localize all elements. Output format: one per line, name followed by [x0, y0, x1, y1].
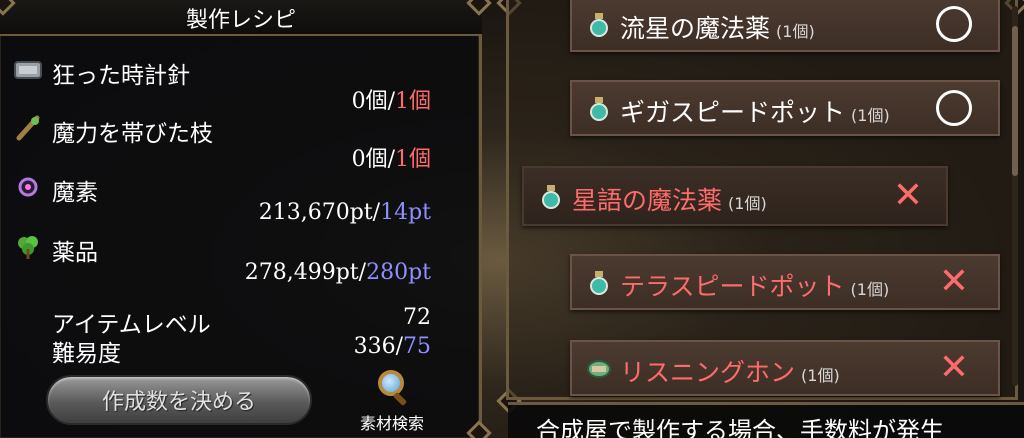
not-craftable-cross-icon: ✕	[938, 347, 970, 388]
recipe-item-name: 星語の魔法薬 (1個)	[572, 181, 767, 217]
material-quantity: 213,670pt/14pt	[259, 200, 431, 225]
herb-icon	[12, 233, 44, 261]
difficulty-max: 75	[403, 334, 431, 359]
recipe-list-item[interactable]: テラスピードポット (1個) ✕	[570, 254, 1000, 310]
material-name: 魔力を帯びた枝	[52, 121, 213, 147]
recipe-list-item-selected[interactable]: 星語の魔法薬 (1個) ✕	[522, 166, 948, 226]
panel-title-bar: 製作レシピ	[0, 0, 482, 36]
have-count: 278,499pt	[244, 260, 359, 285]
need-count: 280pt	[366, 260, 431, 285]
recipe-list-item[interactable]: ギガスピードポット (1個)	[570, 80, 1000, 136]
mana-orb-icon	[12, 173, 44, 201]
scrollbar-thumb[interactable]	[1012, 26, 1018, 176]
potion-icon	[538, 184, 564, 210]
recipe-count: (1個)	[850, 280, 890, 299]
need-count: 1個	[395, 147, 431, 172]
separator: /	[372, 200, 381, 225]
recipe-item-name: ギガスピードポット (1個)	[620, 93, 890, 129]
recipe-list-item[interactable]: リスニングホン (1個) ✕	[570, 340, 1000, 396]
material-search-button[interactable]: 素材検索	[352, 370, 432, 433]
fee-notice-message: 合成屋で製作する場合、手数料が発生	[508, 402, 1024, 438]
separator: /	[387, 89, 395, 114]
item-level-value: 72	[403, 305, 431, 330]
material-name: 狂った時計針	[52, 63, 190, 89]
recipe-count: (1個)	[851, 106, 890, 125]
difficulty-label: 難易度	[52, 341, 121, 367]
recipe-name-text: リスニングホン	[620, 358, 796, 387]
recipe-detail-panel: 製作レシピ 狂った時計針 0個/1個 魔力を帯びた枝 0個/1個 魔素 213,…	[0, 0, 482, 438]
material-name: 薬品	[52, 240, 98, 266]
recipe-item-name: テラスピードポット (1個)	[620, 267, 889, 303]
have-count: 0個	[351, 89, 388, 114]
need-count: 1個	[395, 89, 431, 114]
have-count: 213,670pt	[258, 200, 373, 225]
recipe-name-text: 星語の魔法薬	[572, 186, 723, 215]
recipe-count: (1個)	[801, 366, 840, 385]
material-quantity: 0個/1個	[352, 141, 431, 173]
not-craftable-cross-icon: ✕	[938, 261, 970, 302]
recipe-list-scrollbar[interactable]	[1012, 6, 1018, 386]
recipe-item-name: リスニングホン (1個)	[620, 353, 840, 389]
potion-icon	[586, 12, 612, 38]
recipe-list-item[interactable]: 流星の魔法薬 (1個)	[570, 0, 1000, 52]
craftable-circle-icon	[936, 90, 972, 126]
decide-quantity-button[interactable]: 作成数を決める	[46, 375, 312, 425]
separator: /	[358, 260, 367, 285]
potion-icon	[586, 270, 612, 296]
recipe-name-text: 流星の魔法薬	[620, 14, 771, 43]
craftable-circle-icon	[936, 6, 972, 42]
recipe-name-text: ギガスピードポット	[620, 98, 846, 127]
not-craftable-cross-icon: ✕	[892, 175, 924, 216]
material-quantity: 278,499pt/280pt	[245, 260, 431, 285]
potion-icon	[586, 96, 612, 122]
recipe-count: (1個)	[728, 194, 767, 213]
have-count: 0個	[351, 147, 388, 172]
clock-hand-icon	[12, 56, 44, 84]
material-name: 魔素	[52, 180, 98, 206]
difficulty-value: 336/75	[354, 334, 431, 359]
material-quantity: 0個/1個	[352, 83, 431, 115]
horn-icon	[586, 356, 612, 382]
panel-title: 製作レシピ	[185, 8, 296, 33]
difficulty-current: 336	[353, 334, 396, 359]
recipe-name-text: テラスピードポット	[620, 272, 845, 301]
recipe-count: (1個)	[776, 22, 815, 41]
magnifier-icon	[375, 370, 409, 408]
recipe-item-name: 流星の魔法薬 (1個)	[620, 9, 815, 45]
branch-icon	[12, 114, 44, 142]
material-search-label: 素材検索	[359, 414, 424, 433]
need-count: 14pt	[380, 200, 431, 225]
separator: /	[395, 334, 403, 359]
recipe-list-panel: 流星の魔法薬 (1個) ギガスピードポット (1個) 星語の魔法薬 (1個) ✕ テラ…	[500, 0, 1024, 438]
separator: /	[387, 147, 395, 172]
